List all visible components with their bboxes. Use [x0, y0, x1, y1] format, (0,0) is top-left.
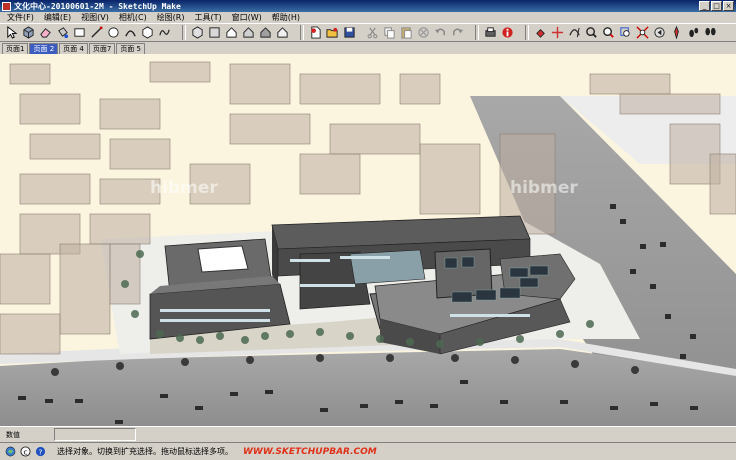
toolbar-separator [182, 25, 186, 40]
paste-icon[interactable] [398, 25, 414, 41]
toolbar-separator [525, 25, 529, 40]
freehand-icon[interactable] [156, 25, 172, 41]
push-pull-icon[interactable] [532, 25, 548, 41]
scene-tab-5[interactable]: 页面 5 [116, 43, 145, 54]
toolbar-separator [300, 25, 304, 40]
new-file-icon[interactable] [307, 25, 323, 41]
scene-tab-4[interactable]: 页面 4 [59, 43, 88, 54]
scene-tab-2[interactable]: 页面 2 [29, 43, 59, 54]
previous-view-icon[interactable] [651, 25, 667, 41]
geo-location-icon[interactable] [4, 445, 17, 458]
open-file-icon[interactable] [324, 25, 340, 41]
undo-icon[interactable] [432, 25, 448, 41]
polygon-icon[interactable] [139, 25, 155, 41]
iso-view-icon[interactable] [189, 25, 205, 41]
move-icon[interactable] [549, 25, 565, 41]
menu-tools[interactable]: 工具(T) [190, 12, 227, 23]
title-bar: 文化中心-20100601-2M - SketchUp Make _ □ × [0, 0, 736, 12]
model-scene [0, 54, 736, 426]
position-camera-icon[interactable] [668, 25, 684, 41]
line-icon[interactable] [88, 25, 104, 41]
cut-icon[interactable] [364, 25, 380, 41]
value-label: 数值 [6, 430, 20, 439]
minimize-button[interactable]: _ [699, 1, 710, 11]
value-control-box: 数值 [0, 426, 736, 442]
close-button[interactable]: × [723, 1, 734, 11]
top-view-icon[interactable] [206, 25, 222, 41]
delete-icon[interactable] [415, 25, 431, 41]
circle-icon[interactable] [105, 25, 121, 41]
credits-icon[interactable]: c [19, 445, 32, 458]
model-viewport[interactable]: hibmer hibmer [0, 54, 736, 426]
watermark: hibmer [150, 178, 218, 198]
menu-window[interactable]: 窗口(W) [227, 12, 267, 23]
value-input[interactable] [54, 428, 136, 441]
svg-text:?: ? [39, 447, 43, 456]
menu-help[interactable]: 帮助(H) [267, 12, 305, 23]
print-icon[interactable] [482, 25, 498, 41]
svg-text:c: c [23, 447, 27, 456]
window-title: 文化中心-20100601-2M - SketchUp Make [14, 1, 181, 11]
right-view-icon[interactable] [240, 25, 256, 41]
watermark: hibmer [510, 178, 578, 198]
zoom-icon[interactable] [600, 25, 616, 41]
help-icon[interactable]: ? [34, 445, 47, 458]
redo-icon[interactable] [449, 25, 465, 41]
menu-bar: 文件(F) 编辑(E) 视图(V) 相机(C) 绘图(R) 工具(T) 窗口(W… [0, 12, 736, 23]
menu-view[interactable]: 视图(V) [76, 12, 114, 23]
toolbar-separator [475, 25, 479, 40]
select-icon[interactable] [3, 25, 19, 41]
scene-tab-1[interactable]: 页面1 [2, 43, 29, 54]
save-icon[interactable] [341, 25, 357, 41]
maximize-button[interactable]: □ [711, 1, 722, 11]
pan-icon[interactable] [583, 25, 599, 41]
menu-edit[interactable]: 编辑(E) [39, 12, 76, 23]
menu-camera[interactable]: 相机(C) [114, 12, 152, 23]
menu-file[interactable]: 文件(F) [2, 12, 39, 23]
front-view-icon[interactable] [223, 25, 239, 41]
status-bar: c ? 选择对象。切换到扩充选择。拖动鼠标选择多项。 WWW.SKETCHUPB… [0, 442, 736, 460]
website-watermark: WWW.SKETCHUPBAR.COM [243, 446, 377, 457]
menu-draw[interactable]: 绘图(R) [152, 12, 190, 23]
copy-icon[interactable] [381, 25, 397, 41]
back-view-icon[interactable] [257, 25, 273, 41]
orbit-icon[interactable] [566, 25, 582, 41]
scene-tabs: 页面1 页面 2 页面 4 页面7 页面 5 [0, 42, 736, 54]
zoom-extents-icon[interactable] [634, 25, 650, 41]
main-toolbar [0, 23, 736, 42]
paint-bucket-icon[interactable] [54, 25, 70, 41]
road-main [0, 349, 736, 426]
eraser-icon[interactable] [37, 25, 53, 41]
model-info-icon[interactable] [499, 25, 515, 41]
left-view-icon[interactable] [274, 25, 290, 41]
look-around-icon[interactable] [702, 25, 718, 41]
rectangle-icon[interactable] [71, 25, 87, 41]
zoom-window-icon[interactable] [617, 25, 633, 41]
scene-tab-7[interactable]: 页面7 [88, 43, 116, 54]
arc-icon[interactable] [122, 25, 138, 41]
make-component-icon[interactable] [20, 25, 36, 41]
walk-icon[interactable] [685, 25, 701, 41]
sketchup-app-icon[interactable] [2, 1, 11, 11]
status-message: 选择对象。切换到扩充选择。拖动鼠标选择多项。 [57, 447, 233, 456]
